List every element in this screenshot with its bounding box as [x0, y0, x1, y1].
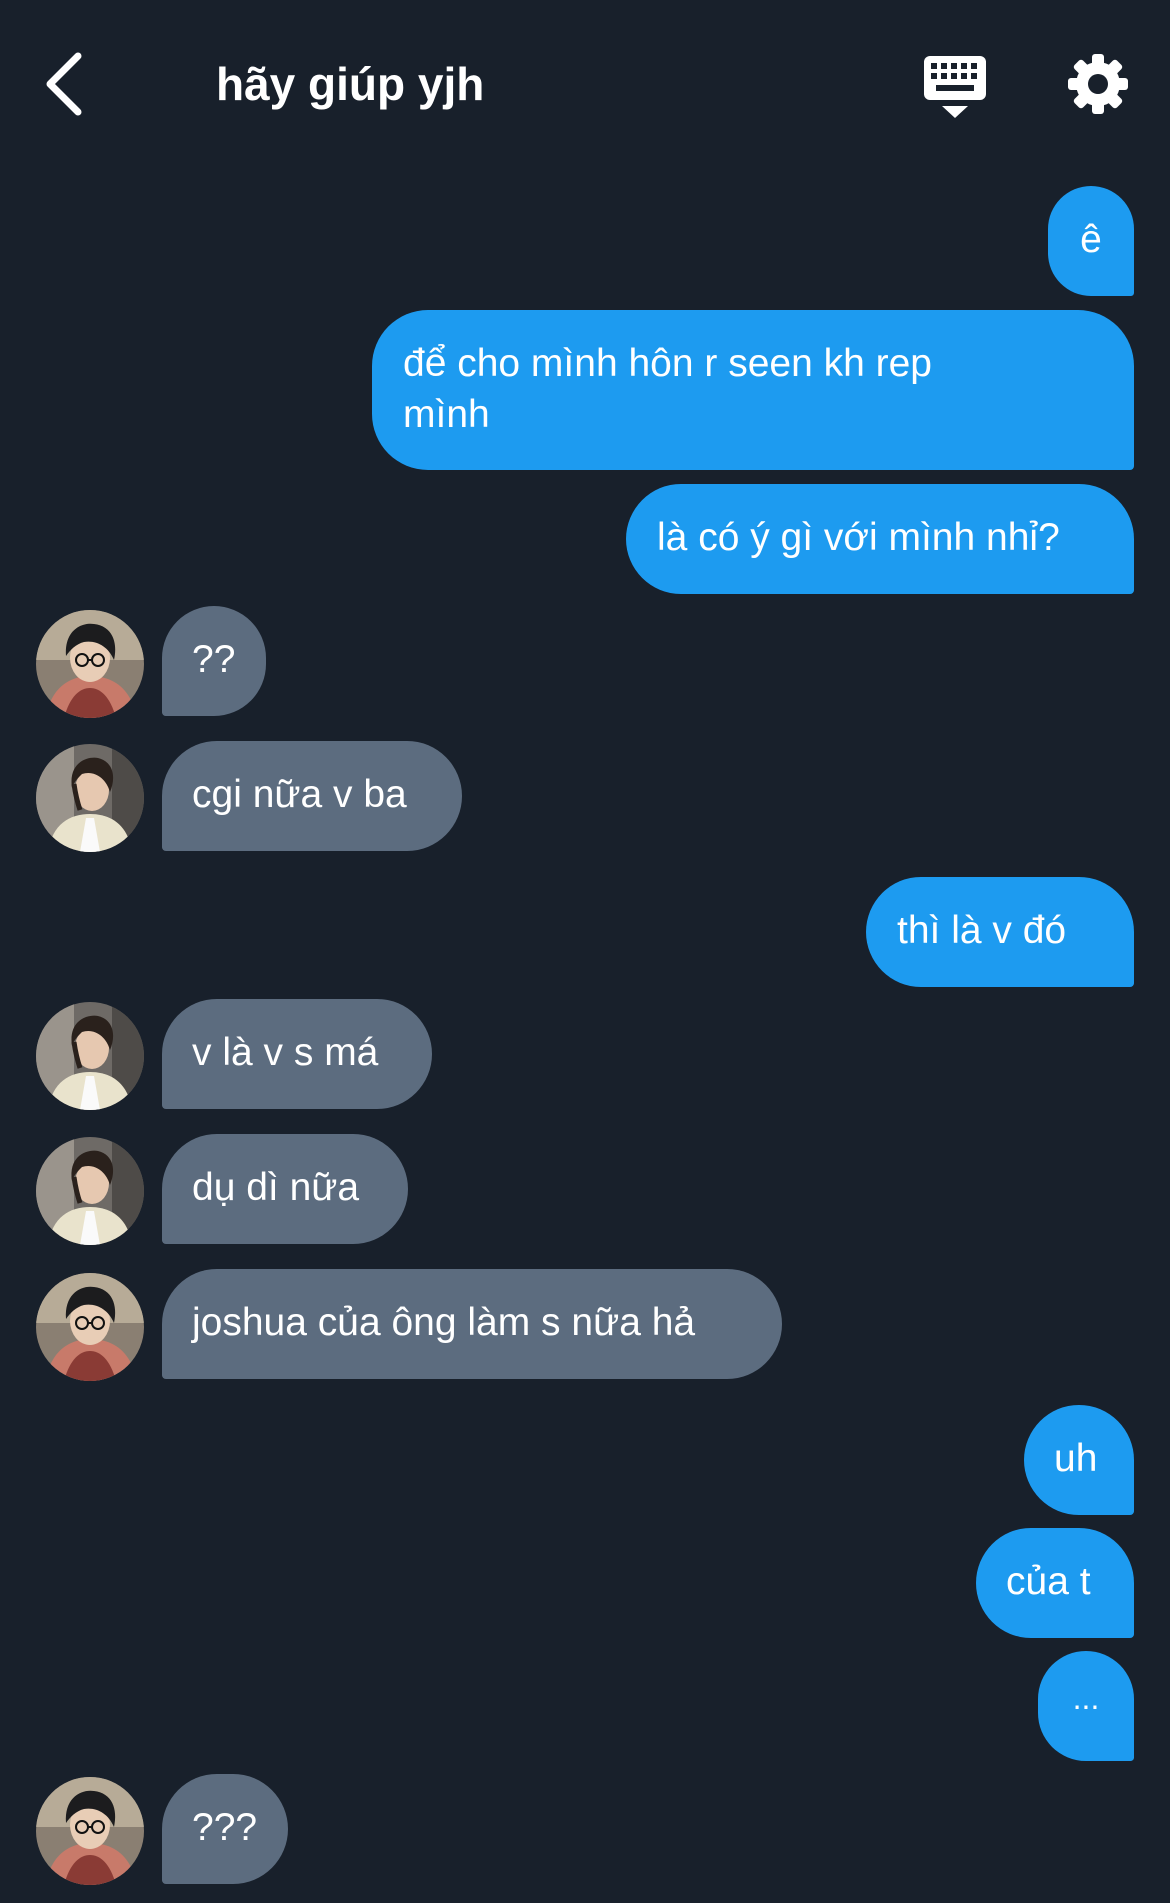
message-bubble-incoming[interactable]: ???	[162, 1774, 288, 1884]
message-bubble-incoming[interactable]: dụ dì nữa	[162, 1134, 408, 1244]
message-bubble-outgoing[interactable]: để cho mình hôn r seen kh rep mình	[372, 310, 1134, 470]
message-text: để cho mình hôn r seen kh rep	[403, 342, 932, 385]
message-bubble-outgoing[interactable]: là có ý gì với mình nhỉ?	[626, 484, 1134, 594]
avatar-image	[36, 1777, 144, 1885]
message-bubble-incoming[interactable]: ??	[162, 606, 266, 716]
chat-header: hãy giúp yjh	[0, 0, 1170, 160]
message-bubble-outgoing[interactable]: ê	[1048, 186, 1134, 296]
message-bubble-outgoing[interactable]: ...	[1038, 1651, 1134, 1761]
settings-button[interactable]	[1066, 52, 1130, 116]
keyboard-button[interactable]	[922, 54, 988, 120]
message-bubble-incoming[interactable]: v là v s má	[162, 999, 432, 1109]
message-text: mình	[403, 393, 490, 436]
chevron-left-icon	[46, 52, 82, 116]
avatar[interactable]	[36, 1777, 144, 1885]
avatar-image	[36, 1137, 144, 1245]
avatar-image	[36, 1273, 144, 1381]
avatar[interactable]	[36, 1137, 144, 1245]
avatar-image	[36, 744, 144, 852]
avatar[interactable]	[36, 610, 144, 718]
message-bubble-outgoing[interactable]: của t	[976, 1528, 1134, 1638]
message-bubble-outgoing[interactable]: uh	[1024, 1405, 1134, 1515]
conversation-title: hãy giúp yjh	[216, 58, 485, 110]
gear-icon	[1068, 54, 1128, 114]
back-button[interactable]	[40, 48, 92, 120]
avatar[interactable]	[36, 1273, 144, 1381]
keyboard-icon	[924, 56, 986, 118]
avatar[interactable]	[36, 744, 144, 852]
avatar-image	[36, 1002, 144, 1110]
message-bubble-incoming[interactable]: cgi nữa v ba	[162, 741, 462, 851]
message-bubble-incoming[interactable]: joshua của ông làm s nữa hả	[162, 1269, 782, 1379]
avatar[interactable]	[36, 1002, 144, 1110]
message-bubble-outgoing[interactable]: thì là v đó	[866, 877, 1134, 987]
avatar-image	[36, 610, 144, 718]
